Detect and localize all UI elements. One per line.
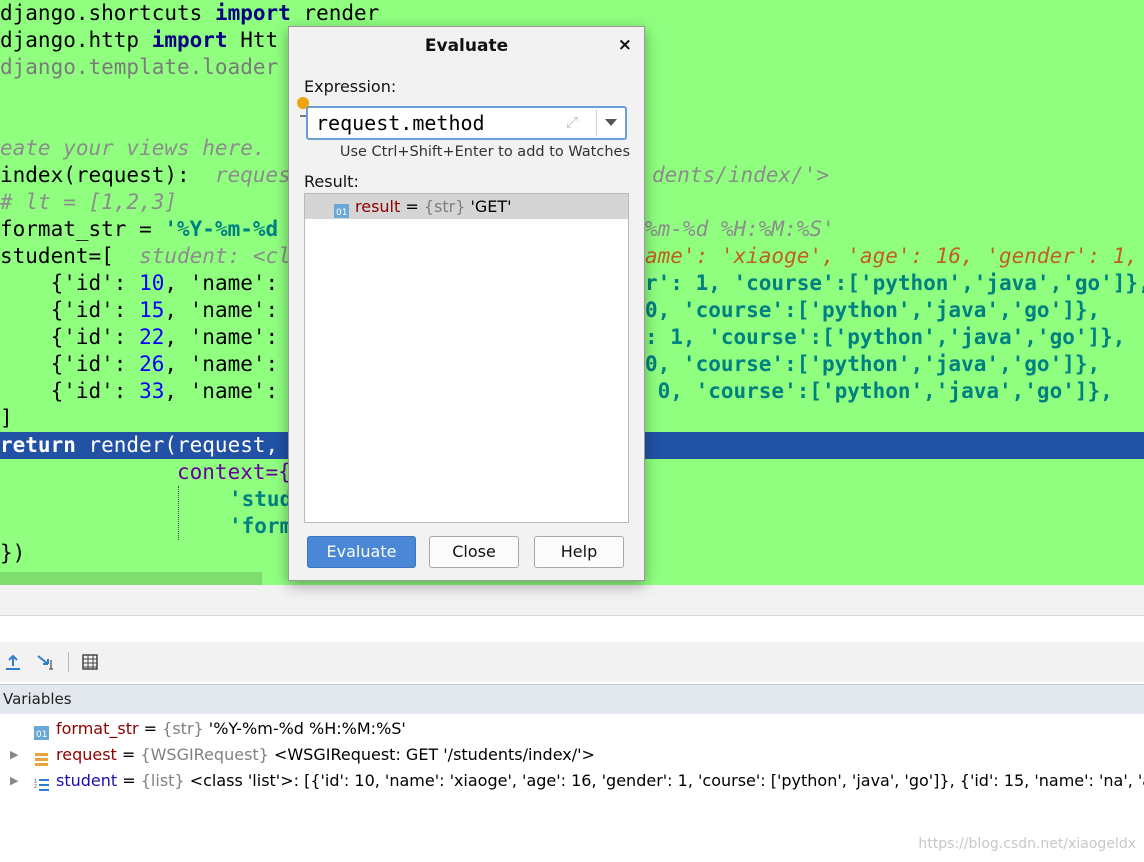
result-row[interactable]: 01 result = {str} 'GET' bbox=[305, 194, 628, 219]
evaluate-expression-icon[interactable] bbox=[80, 652, 100, 672]
variable-row[interactable]: ▶ 12 student = {list} <class 'list'>: [{… bbox=[0, 768, 1144, 794]
horizontal-scrollbar[interactable] bbox=[0, 572, 262, 585]
result-label: Result: bbox=[304, 172, 359, 191]
expand-icon[interactable]: ⤢ bbox=[566, 113, 578, 131]
variable-text: format_str = {str} '%Y-%m-%d %H:%M:%S' bbox=[56, 719, 406, 738]
expression-field[interactable]: ⤢ bbox=[306, 106, 627, 140]
code-line-1: django.shortcuts import render bbox=[0, 1, 380, 25]
code-line-lt-comment: # lt = [1,2,3] bbox=[0, 190, 178, 214]
svg-text:01: 01 bbox=[336, 208, 347, 218]
string-type-icon: 01 bbox=[334, 200, 349, 225]
dialog-title: Evaluate bbox=[424, 36, 509, 56]
result-tree: 01 result = {str} 'GET' bbox=[304, 193, 629, 523]
code-line-row-5: {'id': 33, 'name': 0, 'course':['python'… bbox=[0, 379, 1113, 403]
expression-input[interactable] bbox=[316, 108, 556, 138]
code-line-row-3: {'id': 22, 'name': : 1, 'course':['pytho… bbox=[0, 325, 1126, 349]
code-line-close: }) bbox=[0, 541, 26, 565]
variable-row[interactable]: 01 format_str = {str} '%Y-%m-%d %H:%M:%S… bbox=[0, 716, 1144, 742]
string-type-icon: 01 bbox=[34, 722, 49, 740]
code-line-2: django.http import Htt bbox=[0, 28, 279, 52]
code-line-row-4: {'id': 26, 'name': 0, 'course':['python'… bbox=[0, 352, 1101, 376]
code-line-3: django.template.loader bbox=[0, 55, 279, 79]
list-type-icon: 12 bbox=[34, 774, 49, 791]
svg-text:01: 01 bbox=[36, 730, 47, 740]
watches-hint: Use Ctrl+Shift+Enter to add to Watches bbox=[339, 144, 630, 160]
help-button[interactable]: Help bbox=[534, 536, 624, 568]
history-dropdown-icon[interactable] bbox=[605, 119, 617, 126]
debug-toolbar bbox=[0, 642, 1144, 682]
variables-header: Variables bbox=[0, 684, 1144, 715]
expression-label: Expression: bbox=[304, 77, 397, 96]
code-line-row-1: {'id': 10, 'name': r': 1, 'course':['pyt… bbox=[0, 271, 1144, 295]
run-to-cursor-icon[interactable] bbox=[36, 652, 56, 672]
code-line-row-2: {'id': 15, 'name': 0, 'course':['python'… bbox=[0, 298, 1101, 322]
variable-row[interactable]: ▶ request = {WSGIRequest} <WSGIRequest: … bbox=[0, 742, 1144, 768]
variables-title: Variables bbox=[3, 690, 72, 708]
variable-text: request = {WSGIRequest} <WSGIRequest: GE… bbox=[56, 745, 595, 764]
expand-arrow-icon[interactable]: ▶ bbox=[10, 742, 18, 768]
code-line-comment: eate your views here. bbox=[0, 136, 266, 160]
code-line-context: context={ bbox=[177, 460, 291, 484]
code-line-def: index(request): reques dents/index/'> bbox=[0, 163, 830, 187]
evaluate-button[interactable]: Evaluate bbox=[307, 536, 416, 568]
result-text: result = {str} 'GET' bbox=[355, 197, 512, 216]
debug-panel-header bbox=[0, 585, 1144, 616]
evaluate-dialog: Evaluate × Expression: ⤢ Use Ctrl+Shift+… bbox=[288, 26, 645, 581]
code-line-form: 'form bbox=[229, 514, 293, 538]
svg-text:2: 2 bbox=[34, 784, 37, 790]
variable-text: student = {list} <class 'list'>: [{'id':… bbox=[56, 771, 1144, 790]
close-button[interactable]: Close bbox=[429, 536, 519, 568]
code-line-format-str: format_str = '%Y-%m-%d %m-%d %H:%M:%S' bbox=[0, 217, 835, 241]
object-type-icon bbox=[34, 748, 49, 766]
toolbar-separator bbox=[68, 652, 69, 672]
watermark: https://blog.csdn.net/xiaogeldx bbox=[918, 836, 1136, 852]
step-out-icon[interactable] bbox=[3, 652, 23, 672]
code-line-return: return render(request, bbox=[0, 433, 279, 457]
code-line-student: student=[ student: <cl ame': 'xiaoge', 'a… bbox=[0, 244, 1139, 268]
expand-arrow-icon[interactable]: ▶ bbox=[10, 768, 18, 794]
dropdown-separator bbox=[596, 110, 597, 136]
close-icon[interactable]: × bbox=[618, 35, 632, 55]
code-line-stud: 'stud bbox=[229, 487, 293, 511]
code-line-bracket: ] bbox=[0, 406, 13, 430]
indent-guide bbox=[178, 486, 179, 540]
